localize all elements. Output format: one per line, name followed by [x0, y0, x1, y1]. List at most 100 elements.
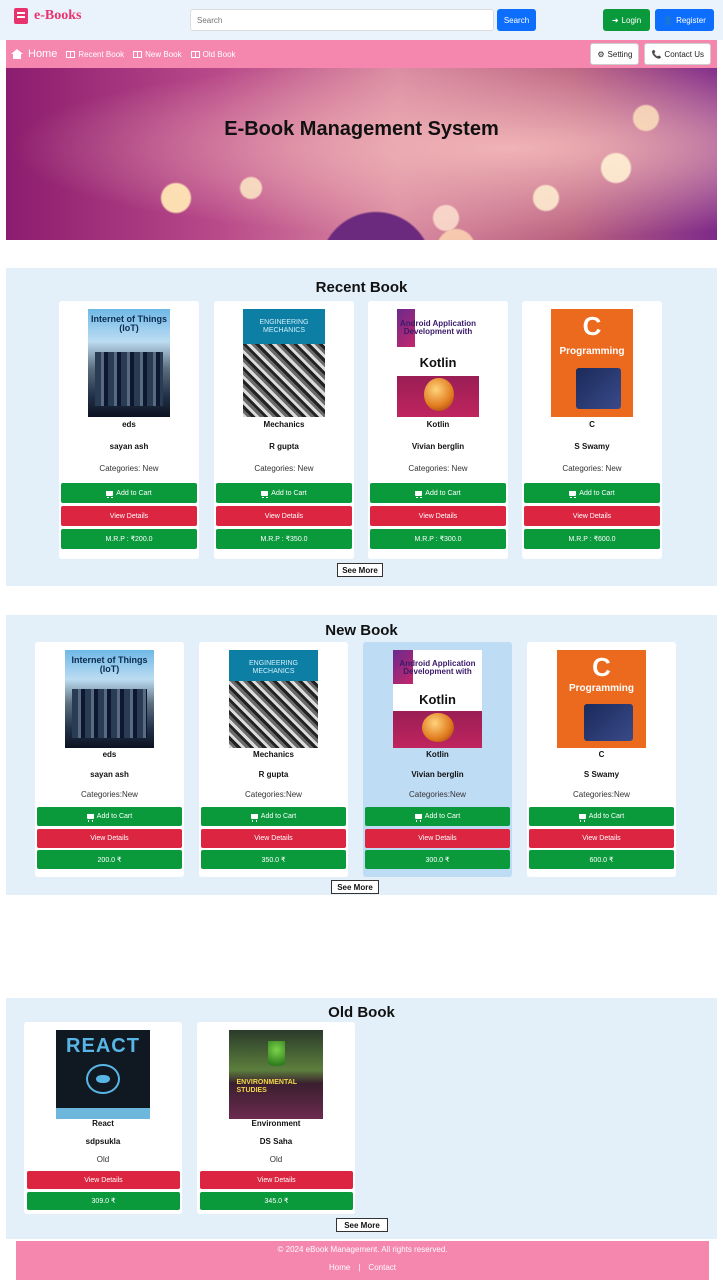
- book-author: sayan ash: [90, 770, 129, 779]
- book-card: Internet of Things (IoT) eds sayan ash C…: [59, 301, 199, 559]
- cover-title: Internet of Things (IoT): [91, 314, 167, 333]
- add-to-cart-button[interactable]: Add to Cart: [524, 483, 660, 503]
- book-cover[interactable]: Internet of Things (IoT): [65, 650, 154, 748]
- add-to-cart-button[interactable]: Add to Cart: [61, 483, 197, 503]
- hero-banner: E-Book Management System: [6, 68, 717, 240]
- book-name: eds: [122, 420, 136, 429]
- book-cover[interactable]: C Programming: [557, 650, 646, 748]
- footer-home-link[interactable]: Home: [329, 1263, 350, 1272]
- see-more-button[interactable]: See More: [331, 880, 379, 894]
- section-title: Recent Book: [315, 279, 408, 296]
- book-icon: [14, 8, 28, 24]
- view-details-button[interactable]: View Details: [370, 506, 506, 526]
- book-cover[interactable]: Internet of Things (IoT): [88, 309, 170, 417]
- top-bar: e-Books Search ➜ Login 👤 Register: [0, 0, 723, 40]
- book-category: Categories: New: [99, 464, 159, 473]
- cart-icon: [106, 490, 114, 498]
- cover-title: Internet of Things (IoT): [71, 655, 148, 674]
- book-open-icon: [66, 50, 76, 58]
- book-name: C: [598, 750, 605, 759]
- book-cover[interactable]: C Programming: [551, 309, 633, 417]
- add-to-cart-button[interactable]: Add to Cart: [370, 483, 506, 503]
- nav-old-book[interactable]: Old Book: [190, 49, 236, 59]
- gear-icon: ⚙: [597, 49, 605, 59]
- add-to-cart-button[interactable]: Add to Cart: [365, 807, 510, 826]
- cover-title: Programming: [559, 345, 625, 357]
- add-to-cart-button[interactable]: Add to Cart: [529, 807, 674, 826]
- recent-book-section: Recent Book Internet of Things (IoT) eds…: [6, 268, 717, 586]
- nav-old-label: Old Book: [202, 49, 236, 59]
- price-badge: 300.0 ₹: [365, 850, 510, 869]
- brand-name: e-Books: [34, 8, 82, 23]
- footer-contact-link[interactable]: Contact: [368, 1263, 396, 1272]
- phone-icon: 📞: [651, 49, 662, 59]
- view-details-button[interactable]: View Details: [365, 829, 510, 848]
- nav-new-book[interactable]: New Book: [133, 50, 182, 59]
- search-input[interactable]: [190, 9, 494, 31]
- book-author: R gupta: [269, 442, 299, 451]
- nav-home[interactable]: Home: [11, 48, 57, 60]
- book-name: Mechanics: [253, 750, 294, 759]
- footer-separator: |: [358, 1263, 361, 1272]
- see-more-button[interactable]: See More: [337, 563, 383, 577]
- view-details-button[interactable]: View Details: [529, 829, 674, 848]
- view-details-button[interactable]: View Details: [524, 506, 660, 526]
- book-author: Vivian berglin: [411, 770, 464, 779]
- book-author: S Swamy: [583, 770, 620, 779]
- book-name: Kotlin: [426, 750, 449, 759]
- book-cover[interactable]: Android Application Development with Kot…: [393, 650, 482, 748]
- old-book-section: Old Book REACT React sdpsukla Old View D…: [6, 998, 717, 1239]
- cover-big-title: C: [592, 651, 611, 682]
- add-to-cart-button[interactable]: Add to Cart: [201, 807, 346, 826]
- add-to-cart-label: Add to Cart: [116, 489, 152, 497]
- contact-us-button[interactable]: 📞 Contact Us: [644, 43, 711, 65]
- cart-icon: [414, 814, 422, 822]
- book-cover[interactable]: Android Application Development with Kot…: [397, 309, 479, 417]
- setting-button[interactable]: ⚙ Setting: [590, 43, 640, 65]
- section-title: Old Book: [328, 1004, 395, 1021]
- cover-big-title: Kotlin: [419, 355, 457, 371]
- book-author: R gupta: [258, 770, 289, 779]
- brand-logo[interactable]: e-Books: [14, 8, 81, 24]
- home-icon: [11, 48, 23, 59]
- hero-title: E-Book Management System: [224, 118, 499, 140]
- book-cover[interactable]: ENVIRONMENTAL STUDIES: [229, 1030, 323, 1119]
- book-name: Kotlin: [426, 420, 450, 429]
- view-details-button[interactable]: View Details: [201, 829, 346, 848]
- price-badge: 309.0 ₹: [27, 1192, 180, 1210]
- book-category: Categories: New: [254, 464, 314, 473]
- search-button[interactable]: Search: [497, 9, 536, 31]
- see-more-button[interactable]: See More: [336, 1218, 388, 1232]
- cart-icon: [86, 814, 94, 822]
- book-card: ENGINEERING MECHANICS Mechanics R gupta …: [214, 301, 354, 559]
- view-details-button[interactable]: View Details: [37, 829, 182, 848]
- book-card: C Programming C S Swamy Categories: New …: [522, 301, 662, 559]
- book-category: Categories: New: [562, 464, 622, 473]
- add-to-cart-button[interactable]: Add to Cart: [37, 807, 182, 826]
- book-category: Old: [269, 1155, 283, 1164]
- book-cover[interactable]: ENGINEERING MECHANICS: [243, 309, 325, 417]
- cover-big-title: Kotlin: [419, 692, 456, 708]
- book-cover[interactable]: ENGINEERING MECHANICS: [229, 650, 318, 748]
- add-to-cart-label: Add to Cart: [425, 489, 461, 497]
- cart-icon: [250, 814, 258, 822]
- view-details-button[interactable]: View Details: [200, 1171, 353, 1189]
- view-details-button[interactable]: View Details: [216, 506, 352, 526]
- view-details-button[interactable]: View Details: [61, 506, 197, 526]
- cart-icon: [261, 490, 269, 498]
- view-details-button[interactable]: View Details: [27, 1171, 180, 1189]
- cover-title: Android Application Development with: [399, 658, 476, 676]
- nav-recent-book[interactable]: Recent Book: [66, 50, 124, 59]
- new-book-section: New Book Internet of Things (IoT) eds sa…: [6, 615, 717, 895]
- register-button[interactable]: 👤 Register: [655, 9, 714, 31]
- price-badge: 200.0 ₹: [37, 850, 182, 869]
- login-label: Login: [621, 15, 642, 25]
- cover-big-title: REACT: [66, 1035, 140, 1058]
- add-to-cart-button[interactable]: Add to Cart: [216, 483, 352, 503]
- book-cover[interactable]: REACT: [56, 1030, 150, 1119]
- login-button[interactable]: ➜ Login: [603, 9, 650, 31]
- login-icon: ➜: [611, 15, 619, 25]
- price-badge: M.R.P : ₹200.0: [61, 529, 197, 549]
- cover-big-title: C: [582, 311, 602, 342]
- footer: © 2024 eBook Management. All rights rese…: [16, 1241, 709, 1280]
